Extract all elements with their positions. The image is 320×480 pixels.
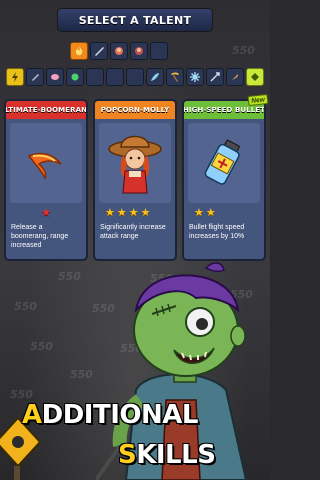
lime-gem-icon[interactable] [246, 68, 264, 86]
star-icon: ★ [116, 206, 127, 219]
bullet-canister-icon [188, 123, 260, 203]
boomerang-icon [10, 123, 82, 203]
star-icon: ★ [105, 206, 115, 219]
title-banner: SELECT A TALENT [58, 9, 212, 31]
talent-pool-row [6, 67, 264, 87]
talent-card-popcorn-molly[interactable]: POPCORN-MOLLY ★ ★ ★ ★ Significantly incr… [93, 99, 177, 261]
hero-portrait-icon[interactable] [110, 42, 128, 60]
empty-slot [150, 42, 168, 60]
brain-icon[interactable] [46, 68, 64, 86]
cowgirl-hero-icon [99, 123, 171, 203]
acquired-talents-row [70, 42, 168, 62]
arrows-icon[interactable] [206, 68, 224, 86]
headline-line-1: ADDITIONAL [22, 400, 198, 430]
talent-card-list: ULTIMATE-BOOMERANG ★ Release a boomerang… [4, 99, 266, 261]
headline-line-2: SKILLS [118, 440, 216, 470]
star-icon: ★ [128, 206, 139, 219]
card-description: Significantly increase attack range [100, 224, 166, 241]
blade-icon[interactable] [90, 42, 108, 60]
card-description: Bullet flight speed increases by 10% [189, 224, 245, 241]
flame-icon[interactable] [70, 42, 88, 60]
feather-icon[interactable] [146, 68, 164, 86]
card-description: Release a boomerang, range increased [11, 224, 69, 250]
page-title: SELECT A TALENT [78, 13, 192, 27]
card-title: POPCORN-MOLLY [95, 101, 175, 119]
star-icon: ★ [140, 206, 151, 219]
background-number: 550 [232, 44, 255, 57]
star-icon: ★ [205, 206, 216, 219]
bullet-icon[interactable] [226, 68, 244, 86]
pickaxe-icon[interactable] [166, 68, 184, 86]
background-number: 550 [70, 368, 93, 381]
star-rating: ★ [6, 206, 86, 220]
empty-slot [126, 68, 144, 86]
star-rating: ★ ★ ★ ★ [95, 206, 175, 220]
talent-card-high-speed-bullet[interactable]: HIGH-SPEED BULLET ★ ★ Bullet flight spee… [182, 99, 266, 261]
empty-slot [106, 68, 124, 86]
star-icon: ★ [194, 206, 204, 219]
card-title: ULTIMATE-BOOMERANG [6, 101, 86, 119]
background-number: 550 [58, 270, 81, 283]
star-rating: ★ ★ [184, 206, 264, 220]
star-icon: ★ [41, 206, 51, 219]
empty-slot [86, 68, 104, 86]
snowflake-icon[interactable] [186, 68, 204, 86]
background-number: 550 [14, 300, 37, 313]
talent-card-ultimate-boomerang[interactable]: ULTIMATE-BOOMERANG ★ Release a boomerang… [4, 99, 88, 261]
background-number: 550 [30, 340, 53, 353]
dagger-icon[interactable] [26, 68, 44, 86]
lightning-icon[interactable] [6, 68, 24, 86]
new-badge: New [247, 93, 269, 107]
hero-portrait-icon[interactable] [130, 42, 148, 60]
green-orb-icon[interactable] [66, 68, 84, 86]
